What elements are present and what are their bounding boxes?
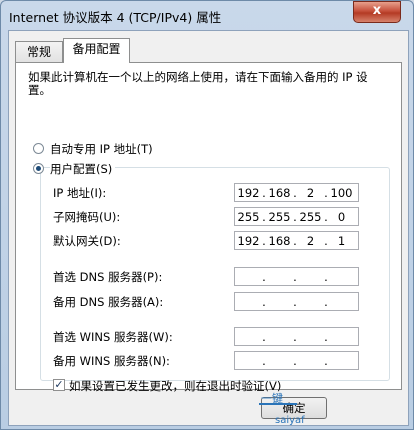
dot: . xyxy=(293,353,297,368)
tab-general[interactable]: 常规 xyxy=(15,41,63,62)
ip-octet-4: 100 xyxy=(330,185,353,200)
auto-private-ip-radio[interactable] xyxy=(33,143,44,154)
dot: . xyxy=(324,269,328,284)
ip-octet-1: 192 xyxy=(237,185,260,200)
preferred-dns-field[interactable]: ... xyxy=(234,267,359,286)
alternate-config-panel: 如果此计算机在一个以上的网络上使用，请在下面输入备用的 IP 设置。 自动专用 … xyxy=(15,62,402,393)
alternate-dns-label: 备用 DNS 服务器(A): xyxy=(53,295,164,309)
dot: . xyxy=(262,329,266,344)
dot: . xyxy=(262,353,266,368)
tab-general-label: 常规 xyxy=(26,45,51,59)
dot: . xyxy=(324,329,328,344)
title-bar: Internet 协议版本 4 (TCP/IPv4) 属性 x xyxy=(1,1,413,30)
dot: . xyxy=(293,329,297,344)
subnet-mask-field[interactable]: 255. 255. 255. 0 xyxy=(234,207,359,226)
ip-octet-3: 2 xyxy=(306,185,315,200)
mask-octet-1: 255 xyxy=(237,209,260,224)
gateway-octet-4: 1 xyxy=(337,233,346,248)
validate-on-exit-label: 如果设置已发生更改，则在退出时验证(V) xyxy=(69,379,282,393)
dot: . xyxy=(262,269,266,284)
description-text: 如果此计算机在一个以上的网络上使用，请在下面输入备用的 IP 设置。 xyxy=(28,70,368,97)
window-title: Internet 协议版本 4 (TCP/IPv4) 属性 xyxy=(9,10,222,25)
gateway-octet-3: 2 xyxy=(306,233,315,248)
ip-octet-2: 168 xyxy=(268,185,291,200)
dot: . xyxy=(293,269,297,284)
tab-alternate-config[interactable]: 备用配置 xyxy=(63,38,130,63)
alternate-wins-label: 备用 WINS 服务器(N): xyxy=(53,354,170,368)
dot: . xyxy=(262,294,266,309)
ok-button[interactable]: 确定 xyxy=(261,397,327,419)
preferred-dns-label: 首选 DNS 服务器(P): xyxy=(53,270,163,284)
validate-on-exit-checkbox[interactable]: ✓ xyxy=(53,379,65,391)
mask-octet-3: 255 xyxy=(299,209,322,224)
gateway-octet-2: 168 xyxy=(268,233,291,248)
user-config-radio[interactable] xyxy=(33,163,44,174)
user-config-label: 用户配置(S) xyxy=(50,161,116,177)
ip-address-label: IP 地址(I): xyxy=(53,186,107,200)
dot: . xyxy=(324,353,328,368)
auto-private-ip-label: 自动专用 IP 地址(T) xyxy=(50,142,153,156)
dialog-window: Internet 协议版本 4 (TCP/IPv4) 属性 x 常规 备用配置 … xyxy=(0,0,414,430)
preferred-wins-field[interactable]: ... xyxy=(234,327,359,346)
mask-octet-2: 255 xyxy=(268,209,291,224)
close-icon: x xyxy=(372,3,382,18)
close-button[interactable]: x xyxy=(353,1,401,23)
checkmark-icon: ✓ xyxy=(54,378,64,391)
dot: . xyxy=(293,294,297,309)
alternate-dns-field[interactable]: ... xyxy=(234,292,359,311)
dialog-client: 常规 备用配置 如果此计算机在一个以上的网络上使用，请在下面输入备用的 IP 设… xyxy=(8,30,409,426)
preferred-wins-label: 首选 WINS 服务器(W): xyxy=(53,330,173,344)
default-gateway-label: 默认网关(D): xyxy=(53,234,121,248)
default-gateway-field[interactable]: 192. 168. 2. 1 xyxy=(234,231,359,250)
gateway-octet-1: 192 xyxy=(237,233,260,248)
dot: . xyxy=(324,294,328,309)
alternate-wins-field[interactable]: ... xyxy=(234,351,359,370)
subnet-mask-label: 子网掩码(U): xyxy=(53,210,121,224)
ip-address-field[interactable]: 192. 168. 2. 100 xyxy=(234,183,359,202)
tab-alternate-label: 备用配置 xyxy=(72,42,121,56)
ok-button-label: 确定 xyxy=(282,401,306,415)
mask-octet-4: 0 xyxy=(337,209,346,224)
